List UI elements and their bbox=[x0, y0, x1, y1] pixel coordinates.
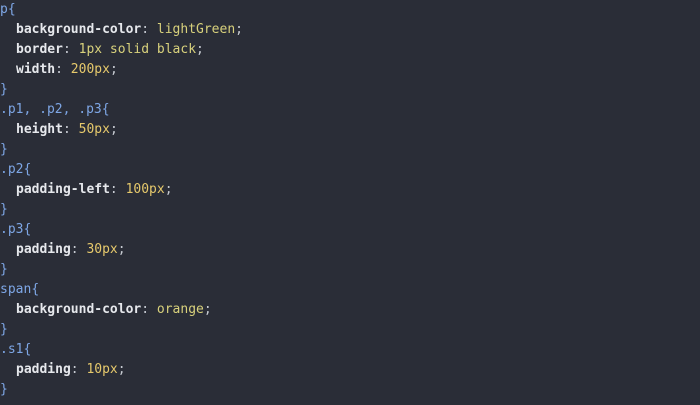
code-line: padding: 10px; bbox=[16, 362, 126, 377]
code-line: } bbox=[0, 80, 700, 100]
css-selector: .p1, .p2, .p3 bbox=[0, 102, 102, 117]
open-brace: { bbox=[31, 282, 40, 297]
css-property: background-color bbox=[16, 302, 142, 317]
code-line: } bbox=[0, 260, 700, 280]
css-value: 200px bbox=[70, 62, 110, 77]
code-editor[interactable]: p{ background-color: lightGreen; border:… bbox=[0, 0, 700, 405]
code-line: .s1{ bbox=[0, 340, 700, 360]
code-line: } bbox=[0, 200, 700, 220]
code-line: background-color: orange; bbox=[16, 302, 212, 317]
code-line: padding-left: 100px; bbox=[16, 182, 173, 197]
code-line: } bbox=[0, 380, 700, 400]
code-line: width: 200px; bbox=[16, 62, 118, 77]
code-line: span{ bbox=[0, 280, 700, 300]
css-selector: .p2 bbox=[0, 162, 24, 177]
close-brace: } bbox=[0, 82, 8, 97]
css-selector: .p3 bbox=[0, 222, 24, 237]
css-property: padding bbox=[16, 242, 71, 257]
code-line: .p1, .p2, .p3{ bbox=[0, 100, 700, 120]
css-selector: span bbox=[0, 282, 32, 297]
css-property: border bbox=[16, 42, 63, 57]
close-brace: } bbox=[0, 382, 8, 397]
css-property: padding-left bbox=[16, 182, 110, 197]
css-property: height bbox=[16, 122, 63, 137]
css-value: 10px bbox=[86, 362, 118, 377]
css-value: 30px bbox=[86, 242, 118, 257]
close-brace: } bbox=[0, 322, 8, 337]
open-brace: { bbox=[7, 2, 16, 17]
code-line: p{ bbox=[0, 0, 700, 20]
css-property: padding bbox=[16, 362, 71, 377]
css-value: lightGreen bbox=[156, 22, 236, 37]
code-line: } bbox=[0, 140, 700, 160]
css-property: background-color bbox=[16, 22, 142, 37]
open-brace: { bbox=[23, 342, 32, 357]
code-line: .p3{ bbox=[0, 220, 700, 240]
code-line: padding: 30px; bbox=[16, 242, 126, 257]
open-brace: { bbox=[23, 222, 32, 237]
code-line: height: 50px; bbox=[16, 122, 118, 137]
code-line: background-color: lightGreen; bbox=[16, 22, 243, 37]
close-brace: } bbox=[0, 202, 8, 217]
css-property: width bbox=[16, 62, 56, 77]
code-line: .p2{ bbox=[0, 160, 700, 180]
css-value: 50px bbox=[78, 122, 110, 137]
css-value: 1px solid black bbox=[78, 42, 197, 57]
code-line: border: 1px solid black; bbox=[16, 42, 204, 57]
close-brace: } bbox=[0, 262, 8, 277]
css-selector: p bbox=[0, 2, 8, 17]
css-selector: .s1 bbox=[0, 342, 24, 357]
close-brace: } bbox=[0, 142, 8, 157]
open-brace: { bbox=[101, 102, 110, 117]
code-line: } bbox=[0, 320, 700, 340]
css-value: orange bbox=[156, 302, 204, 317]
open-brace: { bbox=[23, 162, 32, 177]
css-value: 100px bbox=[125, 182, 165, 197]
